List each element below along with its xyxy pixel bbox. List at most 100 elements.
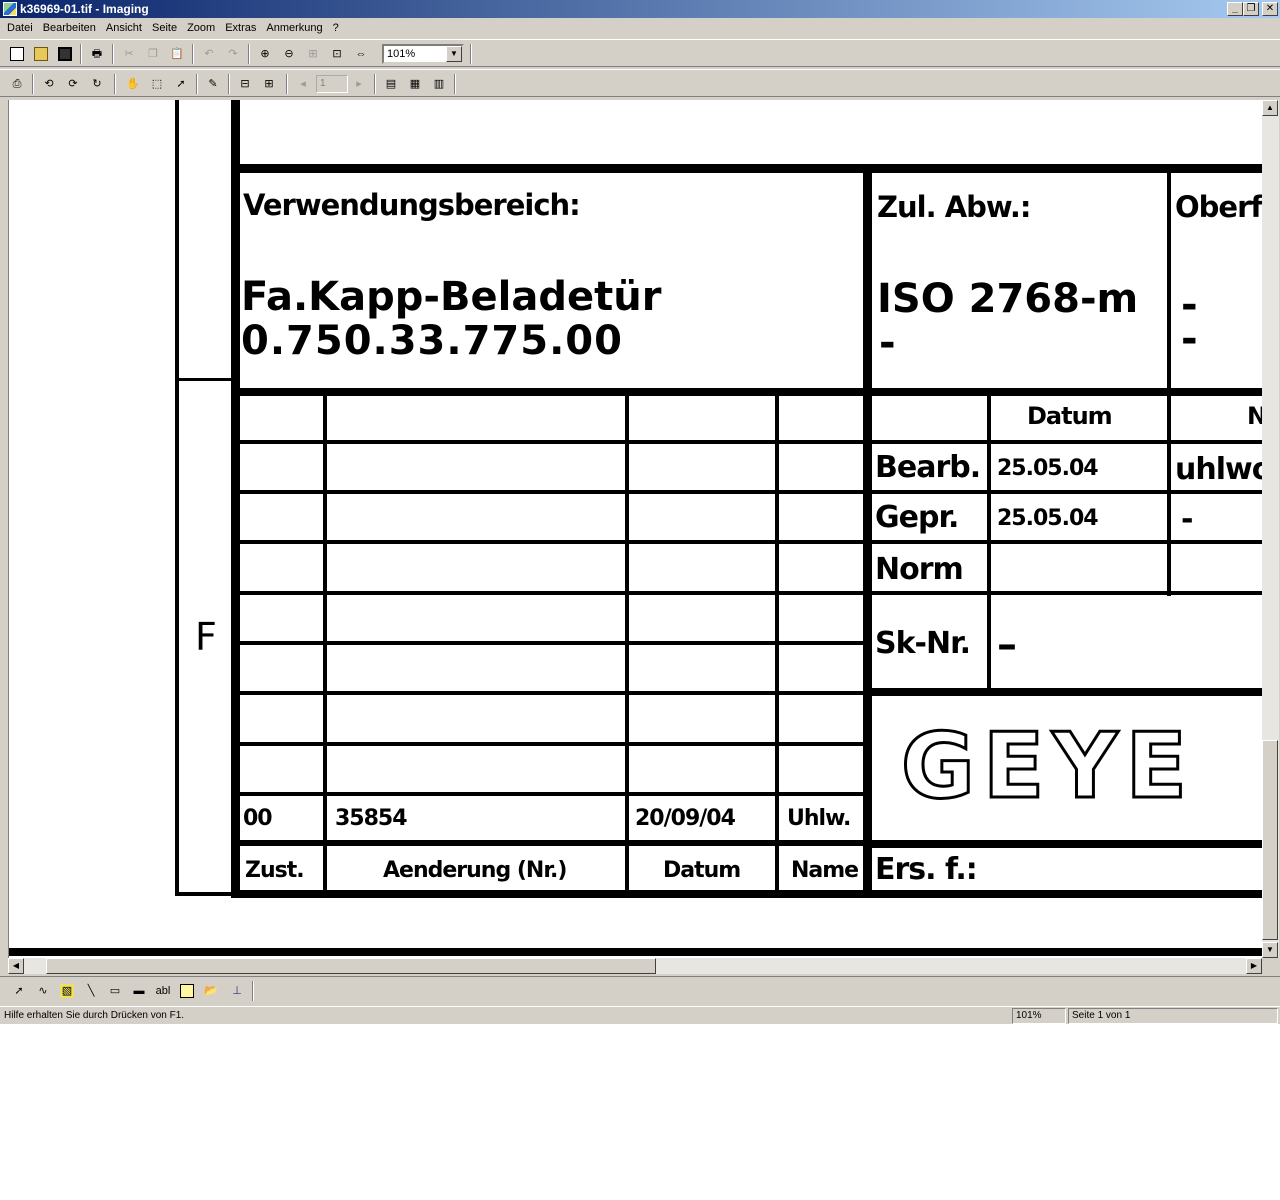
cut-button[interactable]: ✂: [118, 44, 140, 64]
one-page-icon: ▤: [385, 78, 397, 90]
geyer-logo: GEYE: [899, 713, 1196, 821]
copy-button[interactable]: ❐: [142, 44, 164, 64]
title-bar[interactable]: k36969-01.tif - Imaging _ ❐ ✕: [0, 0, 1280, 18]
redo-icon: ↷: [228, 48, 238, 60]
zoom-combo-value: 101%: [387, 48, 416, 60]
thumbnails-icon: ▦: [409, 78, 421, 90]
main-toolbar: 🖶 ✂ ❐ 📋 ↶ ↷ ⊕ ⊖ ⊞ ⊡ ⇔ 101% ▼: [0, 39, 1280, 67]
revision-name: Uhlw.: [787, 806, 851, 831]
surface-label: Oberfl: [1175, 190, 1262, 224]
stamp-icon: ⊥: [232, 985, 242, 997]
annotation-select-button[interactable]: ➚: [170, 74, 192, 94]
vertical-scrollbar[interactable]: ▲ ▼: [1262, 100, 1279, 958]
header-change: Aenderung (Nr.): [383, 858, 567, 883]
menu-help[interactable]: ?: [328, 22, 344, 34]
scroll-right-arrow-icon[interactable]: ▶: [1246, 958, 1262, 974]
replaces-label: Ers. f.:: [875, 852, 978, 887]
arrow-pointer-icon: ➚: [176, 78, 186, 90]
previous-page-button[interactable]: ◂: [292, 74, 314, 94]
app-icon[interactable]: [3, 2, 17, 16]
date-bearb: 25.05.04: [997, 456, 1099, 481]
tolerance-label: Zul. Abw.:: [877, 190, 1031, 224]
close-button[interactable]: ✕: [1262, 2, 1278, 16]
rectangle-icon: ▭: [109, 985, 121, 997]
rotate-180-button[interactable]: ↻: [86, 74, 108, 94]
dropdown-arrow-icon[interactable]: ▼: [446, 46, 462, 62]
menu-datei[interactable]: Datei: [2, 22, 38, 34]
approval-name-header: Na: [1247, 402, 1262, 430]
scroll-left-arrow-icon[interactable]: ◀: [8, 958, 24, 974]
annotation-toolbar: ➚ ∿ ▧ ╲ ▭ ▬ abl 📂 ⊥: [0, 976, 1280, 1004]
best-fit-button[interactable]: ⊡: [326, 44, 348, 64]
date-gepr: 25.05.04: [997, 506, 1099, 531]
zoom-in-button[interactable]: ⊕: [254, 44, 276, 64]
rotate-left-icon: ⟲: [44, 78, 54, 90]
rotate-right-button[interactable]: ⟳: [62, 74, 84, 94]
menu-bearbeiten[interactable]: Bearbeiten: [38, 22, 101, 34]
note-button[interactable]: [176, 981, 198, 1001]
fit-width-icon: ⇔: [355, 48, 367, 60]
scroll-up-arrow-icon[interactable]: ▲: [1262, 100, 1278, 116]
next-page-button[interactable]: ▸: [348, 74, 370, 94]
menu-extras[interactable]: Extras: [220, 22, 261, 34]
menu-seite[interactable]: Seite: [147, 22, 182, 34]
fit-width-button[interactable]: ⇔: [350, 44, 372, 64]
page-number-field[interactable]: 1: [316, 75, 348, 93]
vertical-scroll-thumb[interactable]: [1262, 740, 1278, 940]
page-thumbnail-view-button[interactable]: ▥: [428, 74, 450, 94]
insert-page-button[interactable]: ⊟: [234, 74, 256, 94]
straight-line-button[interactable]: ╲: [80, 981, 102, 1001]
scroll-down-arrow-icon[interactable]: ▼: [1262, 942, 1278, 958]
new-button[interactable]: [6, 44, 28, 64]
scan-icon: ⎙: [12, 78, 22, 90]
open-button[interactable]: [30, 44, 52, 64]
save-button[interactable]: [54, 44, 76, 64]
new-document-icon: [10, 47, 24, 61]
menu-anmerkung[interactable]: Anmerkung: [261, 22, 327, 34]
revision-date: 20/09/04: [635, 806, 736, 831]
text-from-file-button[interactable]: 📂: [200, 981, 222, 1001]
horizontal-scroll-thumb[interactable]: [46, 958, 656, 974]
restore-button[interactable]: ❐: [1243, 2, 1259, 16]
scan-button[interactable]: ⎙: [6, 74, 28, 94]
redo-button[interactable]: ↷: [222, 44, 244, 64]
zoom-select-button[interactable]: ⊞: [302, 44, 324, 64]
filled-rectangle-icon: ▬: [133, 985, 145, 997]
highlighter-button[interactable]: ▧: [56, 981, 78, 1001]
filled-rectangle-button[interactable]: ▬: [128, 981, 150, 1001]
usage-article-number: 0.750.33.775.00: [241, 318, 623, 364]
freehand-line-button[interactable]: ∿: [32, 981, 54, 1001]
append-page-button[interactable]: ⊞: [258, 74, 280, 94]
menu-ansicht[interactable]: Ansicht: [101, 22, 147, 34]
print-button[interactable]: 🖶: [86, 44, 108, 64]
undo-button[interactable]: ↶: [198, 44, 220, 64]
zoom-out-button[interactable]: ⊖: [278, 44, 300, 64]
annotation-pointer-button[interactable]: ➚: [8, 981, 30, 1001]
minimize-button[interactable]: _: [1227, 2, 1243, 16]
one-page-view-button[interactable]: ▤: [380, 74, 402, 94]
usage-description: Fa.Kapp-Beladetür: [241, 274, 662, 320]
rotate-left-button[interactable]: ⟲: [38, 74, 60, 94]
header-zust: Zust.: [245, 858, 305, 883]
folder-open-icon: [34, 47, 48, 61]
zoom-in-icon: ⊕: [260, 48, 270, 60]
drag-tool-button[interactable]: ✋: [122, 74, 144, 94]
document-viewport[interactable]: F Verwendungsbereich: Fa.Kapp-Beladetür …: [8, 100, 1262, 958]
menu-zoom[interactable]: Zoom: [182, 22, 220, 34]
status-zoom: 101%: [1012, 1008, 1066, 1024]
text-button[interactable]: abl: [152, 981, 174, 1001]
stamp-button[interactable]: ⊥: [226, 981, 248, 1001]
paste-button[interactable]: 📋: [166, 44, 188, 64]
best-fit-icon: ⊡: [332, 48, 342, 60]
margin-letter: F: [195, 615, 217, 659]
page-thumbnails-icon: ▥: [433, 78, 445, 90]
annotation-toolbar-button[interactable]: ✎: [202, 74, 224, 94]
window-title: k36969-01.tif - Imaging: [20, 2, 149, 16]
zoom-combo[interactable]: 101% ▼: [382, 44, 464, 64]
thumbnail-view-button[interactable]: ▦: [404, 74, 426, 94]
select-image-button[interactable]: ⬚: [146, 74, 168, 94]
tolerance-dash: -: [879, 320, 896, 366]
hollow-rectangle-button[interactable]: ▭: [104, 981, 126, 1001]
horizontal-scrollbar[interactable]: ◀ ▶: [8, 958, 1262, 974]
rotate-180-icon: ↻: [92, 78, 102, 90]
